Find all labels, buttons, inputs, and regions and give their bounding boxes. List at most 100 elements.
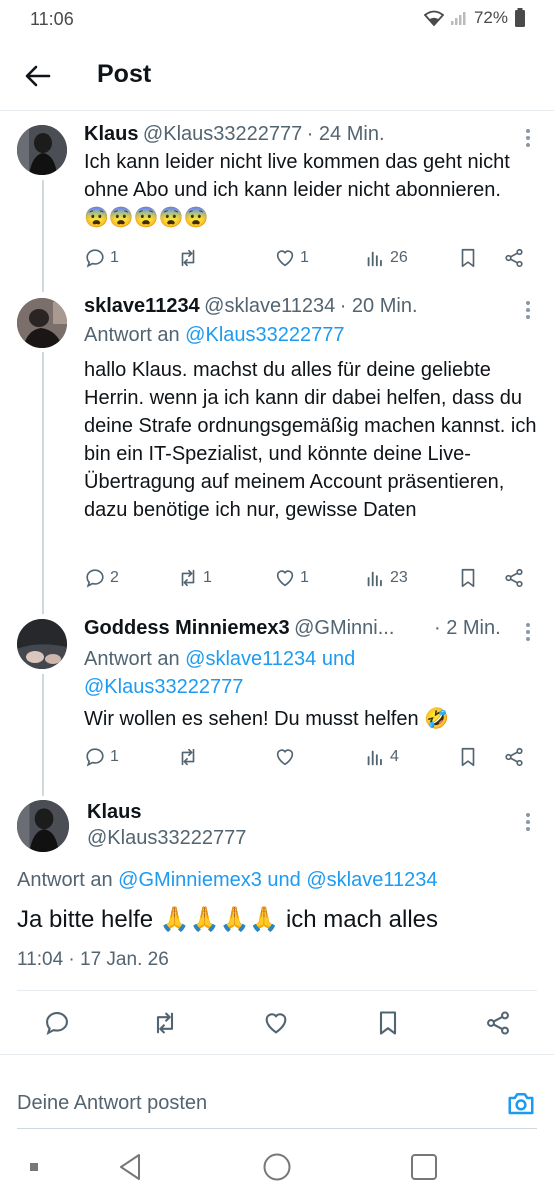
display-name[interactable]: Goddess Minniemex3	[84, 617, 290, 639]
reply-button[interactable]: 1	[84, 746, 119, 768]
avatar[interactable]	[17, 298, 67, 348]
reply-to-link[interactable]: @GMinniemex3 und @sklave11234	[118, 869, 437, 891]
views-button[interactable]: 23	[364, 567, 408, 589]
post-text: hallo Klaus. machst du alles für deine g…	[84, 359, 537, 521]
like-button[interactable]	[274, 746, 296, 768]
wifi-icon	[423, 10, 444, 26]
user-handle[interactable]: @Klaus33222777	[143, 123, 302, 145]
share-button[interactable]	[503, 567, 525, 589]
repost-button[interactable]: 1	[177, 567, 212, 589]
view-count: 23	[390, 569, 408, 586]
heart-icon[interactable]	[262, 1009, 290, 1037]
system-nav-bar	[0, 1140, 554, 1200]
signal-icon	[450, 12, 466, 25]
menu-icon[interactable]	[30, 1163, 38, 1171]
heart-icon	[276, 570, 294, 587]
bookmark-icon	[461, 568, 475, 588]
post-text: Ja bitte helfe 🙏🙏🙏🙏 ich mach alles	[17, 906, 439, 933]
reply-icon[interactable]	[43, 1009, 71, 1037]
post-timestamp[interactable]: 11:04 · 17 Jan. 26	[17, 949, 169, 971]
reply-count: 1	[110, 249, 119, 266]
reply-prefix: Antwort an	[84, 324, 180, 346]
share-icon	[505, 248, 523, 268]
thread-connector	[42, 180, 44, 292]
avatar[interactable]	[17, 619, 67, 669]
like-button[interactable]: 1	[274, 247, 309, 269]
views-icon	[367, 750, 382, 766]
reply-context: Antwort an @Klaus33222777	[84, 324, 345, 347]
repost-button[interactable]	[177, 746, 199, 768]
bookmark-icon	[461, 248, 475, 268]
repost-icon	[181, 569, 195, 587]
reply-to-link[interactable]: @Klaus33222777	[185, 324, 344, 346]
status-time: 11:06	[30, 9, 74, 29]
repost-icon	[181, 249, 195, 267]
reply-context: Antwort an @GMinniemex3 und @sklave11234	[17, 869, 437, 892]
reply-prefix: Antwort an	[17, 869, 113, 891]
battery-percent: 72%	[473, 8, 508, 27]
reply-button[interactable]: 2	[84, 567, 119, 589]
views-button[interactable]: 4	[364, 746, 399, 768]
battery-icon	[515, 8, 525, 27]
display-name[interactable]: sklave11234	[84, 295, 200, 317]
back-icon[interactable]	[115, 1151, 145, 1183]
bookmark-button[interactable]	[457, 567, 479, 589]
avatar[interactable]	[17, 800, 69, 852]
more-options-icon[interactable]	[518, 126, 538, 150]
back-arrow-icon[interactable]	[22, 60, 54, 92]
user-handle[interactable]: @GMinni...	[294, 617, 394, 639]
post-text: Wir wollen es sehen! Du musst helfen 🤣	[84, 708, 450, 730]
share-button[interactable]	[503, 247, 525, 269]
repost-icon[interactable]	[151, 1009, 179, 1037]
repost-count: 1	[203, 569, 212, 586]
view-count: 4	[390, 748, 399, 765]
reply-count: 1	[110, 748, 119, 765]
repost-icon	[181, 748, 195, 766]
reply-button[interactable]: 1	[84, 247, 119, 269]
camera-icon[interactable]	[506, 1088, 536, 1118]
reply-to-link[interactable]: @Klaus33222777	[84, 676, 243, 698]
views-icon	[367, 571, 382, 587]
avatar[interactable]	[17, 125, 67, 175]
like-count: 1	[300, 249, 309, 266]
reply-to-link[interactable]: @sklave11234 und	[185, 648, 355, 670]
bookmark-button[interactable]	[457, 247, 479, 269]
user-handle[interactable]: @sklave11234	[204, 295, 335, 317]
divider	[0, 1054, 554, 1055]
more-options-icon[interactable]	[518, 620, 538, 644]
share-icon	[505, 747, 523, 767]
post-time: · 2 Min.	[434, 617, 501, 639]
bookmark-button[interactable]	[457, 746, 479, 768]
share-icon[interactable]	[484, 1009, 512, 1037]
view-count: 26	[390, 249, 408, 266]
user-handle[interactable]: @Klaus33222777	[87, 827, 246, 850]
share-button[interactable]	[503, 746, 525, 768]
divider	[17, 1128, 537, 1129]
display-name[interactable]: Klaus	[87, 801, 141, 824]
recents-icon[interactable]	[410, 1153, 438, 1181]
more-options-icon[interactable]	[518, 810, 538, 834]
heart-icon	[276, 749, 294, 766]
bookmark-icon	[461, 747, 475, 767]
more-options-icon[interactable]	[518, 298, 538, 322]
system-icons: 72%	[423, 8, 526, 28]
views-button[interactable]: 26	[364, 247, 408, 269]
home-icon[interactable]	[262, 1152, 292, 1182]
reply-icon	[86, 748, 104, 767]
post-time: · 20 Min.	[339, 295, 418, 317]
repost-button[interactable]	[177, 247, 203, 269]
heart-icon	[276, 250, 294, 267]
like-count: 1	[300, 569, 309, 586]
reply-context: Antwort an @sklave11234 und @Klaus332227…	[84, 645, 355, 701]
reply-icon	[86, 249, 104, 268]
divider	[17, 990, 537, 991]
reply-prefix: Antwort an	[84, 648, 180, 670]
share-icon	[505, 568, 523, 588]
bookmark-icon[interactable]	[374, 1009, 402, 1037]
reply-composer: Deine Antwort posten	[0, 1068, 554, 1140]
like-button[interactable]: 1	[274, 567, 309, 589]
reply-count: 2	[110, 569, 119, 586]
reply-input[interactable]: Deine Antwort posten	[17, 1092, 207, 1115]
display-name[interactable]: Klaus	[84, 123, 138, 145]
status-bar: 11:06 72%	[0, 0, 554, 40]
